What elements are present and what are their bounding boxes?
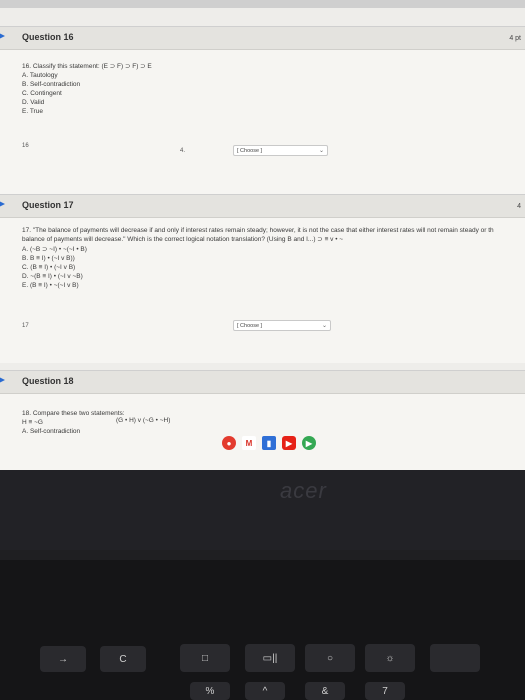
play-store-icon[interactable]: ▶ <box>302 436 316 450</box>
laptop-bezel <box>0 470 525 550</box>
option-c: C. Contingent <box>22 90 62 97</box>
key-overview[interactable]: ▭|| <box>245 644 295 672</box>
option-a: A. (~B ⊃ ~I) • ~(~I • B) <box>22 246 87 253</box>
key-arrow[interactable]: → <box>40 646 86 672</box>
key-seven[interactable]: 7 <box>365 682 405 700</box>
answer-dropdown[interactable]: [ Choose ] ⌄ <box>233 320 331 331</box>
app-shelf: ● M ▮ ▶ ▶ <box>222 432 316 454</box>
question-16-header: Question 16 4 pt <box>0 27 525 50</box>
question-points: 4 <box>517 203 521 210</box>
gmail-icon[interactable]: M <box>242 436 256 450</box>
collapse-arrow-icon[interactable] <box>0 199 7 209</box>
item-number: 16 <box>22 143 29 149</box>
question-title: Question 16 <box>22 32 74 42</box>
chevron-down-icon: ⌄ <box>318 148 324 154</box>
browser-top-strip <box>0 0 525 8</box>
collapse-arrow-icon[interactable] <box>0 31 7 41</box>
key-mute[interactable] <box>430 644 480 672</box>
files-icon[interactable]: ▮ <box>262 436 276 450</box>
youtube-icon[interactable]: ▶ <box>282 436 296 450</box>
item-number: 17 <box>22 323 29 329</box>
chevron-down-icon: ⌄ <box>321 323 327 329</box>
key-brightness-down[interactable]: ○ <box>305 644 355 672</box>
dropdown-value: [ Choose ] <box>237 148 263 154</box>
statement-right: (G • H) v (~G • ~H) <box>116 417 171 424</box>
option-a: A. Tautology <box>22 72 58 79</box>
question-prompt: 18. Compare these two statements: <box>22 410 125 417</box>
option-a: A. Self-contradiction <box>22 428 81 435</box>
question-title: Question 18 <box>22 376 74 386</box>
statement-left: H ≡ ~G <box>22 419 43 426</box>
key-caret[interactable]: ^ <box>245 682 285 700</box>
option-d: D. ~(B ≡ I) • (~I v ~B) <box>22 273 83 280</box>
option-b: B. B ≡ I) • (~I v B)) <box>22 255 75 262</box>
question-prompt: 16. Classify this statement: (E ⊃ F) ⊃ F… <box>22 63 152 70</box>
key-ampersand[interactable]: & <box>305 682 345 700</box>
option-d: D. Valid <box>22 99 45 106</box>
item-symbol: 4. <box>180 148 186 154</box>
dropdown-value: [ Choose ] <box>237 323 263 329</box>
question-16-card: Question 16 4 pt 16. Classify this state… <box>0 26 525 195</box>
keyboard: → C □ ▭|| ○ ☼ % ^ & 7 <box>0 560 525 700</box>
key-fullscreen[interactable]: □ <box>180 644 230 672</box>
acer-logo: acer <box>280 478 327 503</box>
question-17-card: Question 17 4 17. "The balance of paymen… <box>0 194 525 363</box>
collapse-arrow-icon[interactable] <box>0 375 7 385</box>
browser-screen: Question 16 4 pt 16. Classify this state… <box>0 0 525 470</box>
question-prompt-line-2: balance of payments will decrease." Whic… <box>22 236 344 243</box>
answer-dropdown[interactable]: [ Choose ] ⌄ <box>233 145 328 156</box>
question-18-header: Question 18 <box>0 371 525 394</box>
question-17-header: Question 17 4 <box>0 195 525 218</box>
question-prompt-line-1: 17. "The balance of payments will decrea… <box>22 227 494 234</box>
question-18-card: Question 18 18. Compare these two statem… <box>0 370 525 470</box>
key-brightness-up[interactable]: ☼ <box>365 644 415 672</box>
chrome-icon[interactable]: ● <box>222 436 236 450</box>
question-points: 4 pt <box>509 35 521 42</box>
question-title: Question 17 <box>22 200 74 210</box>
key-percent[interactable]: % <box>190 682 230 700</box>
option-e: E. (B ≡ I) • ~(~I v B) <box>22 282 79 289</box>
option-b: B. Self-contradiction <box>22 81 81 88</box>
option-e: E. True <box>22 108 43 115</box>
key-refresh[interactable]: C <box>100 646 146 672</box>
option-c: C. (B ≡ I) • (~I v B) <box>22 264 76 271</box>
